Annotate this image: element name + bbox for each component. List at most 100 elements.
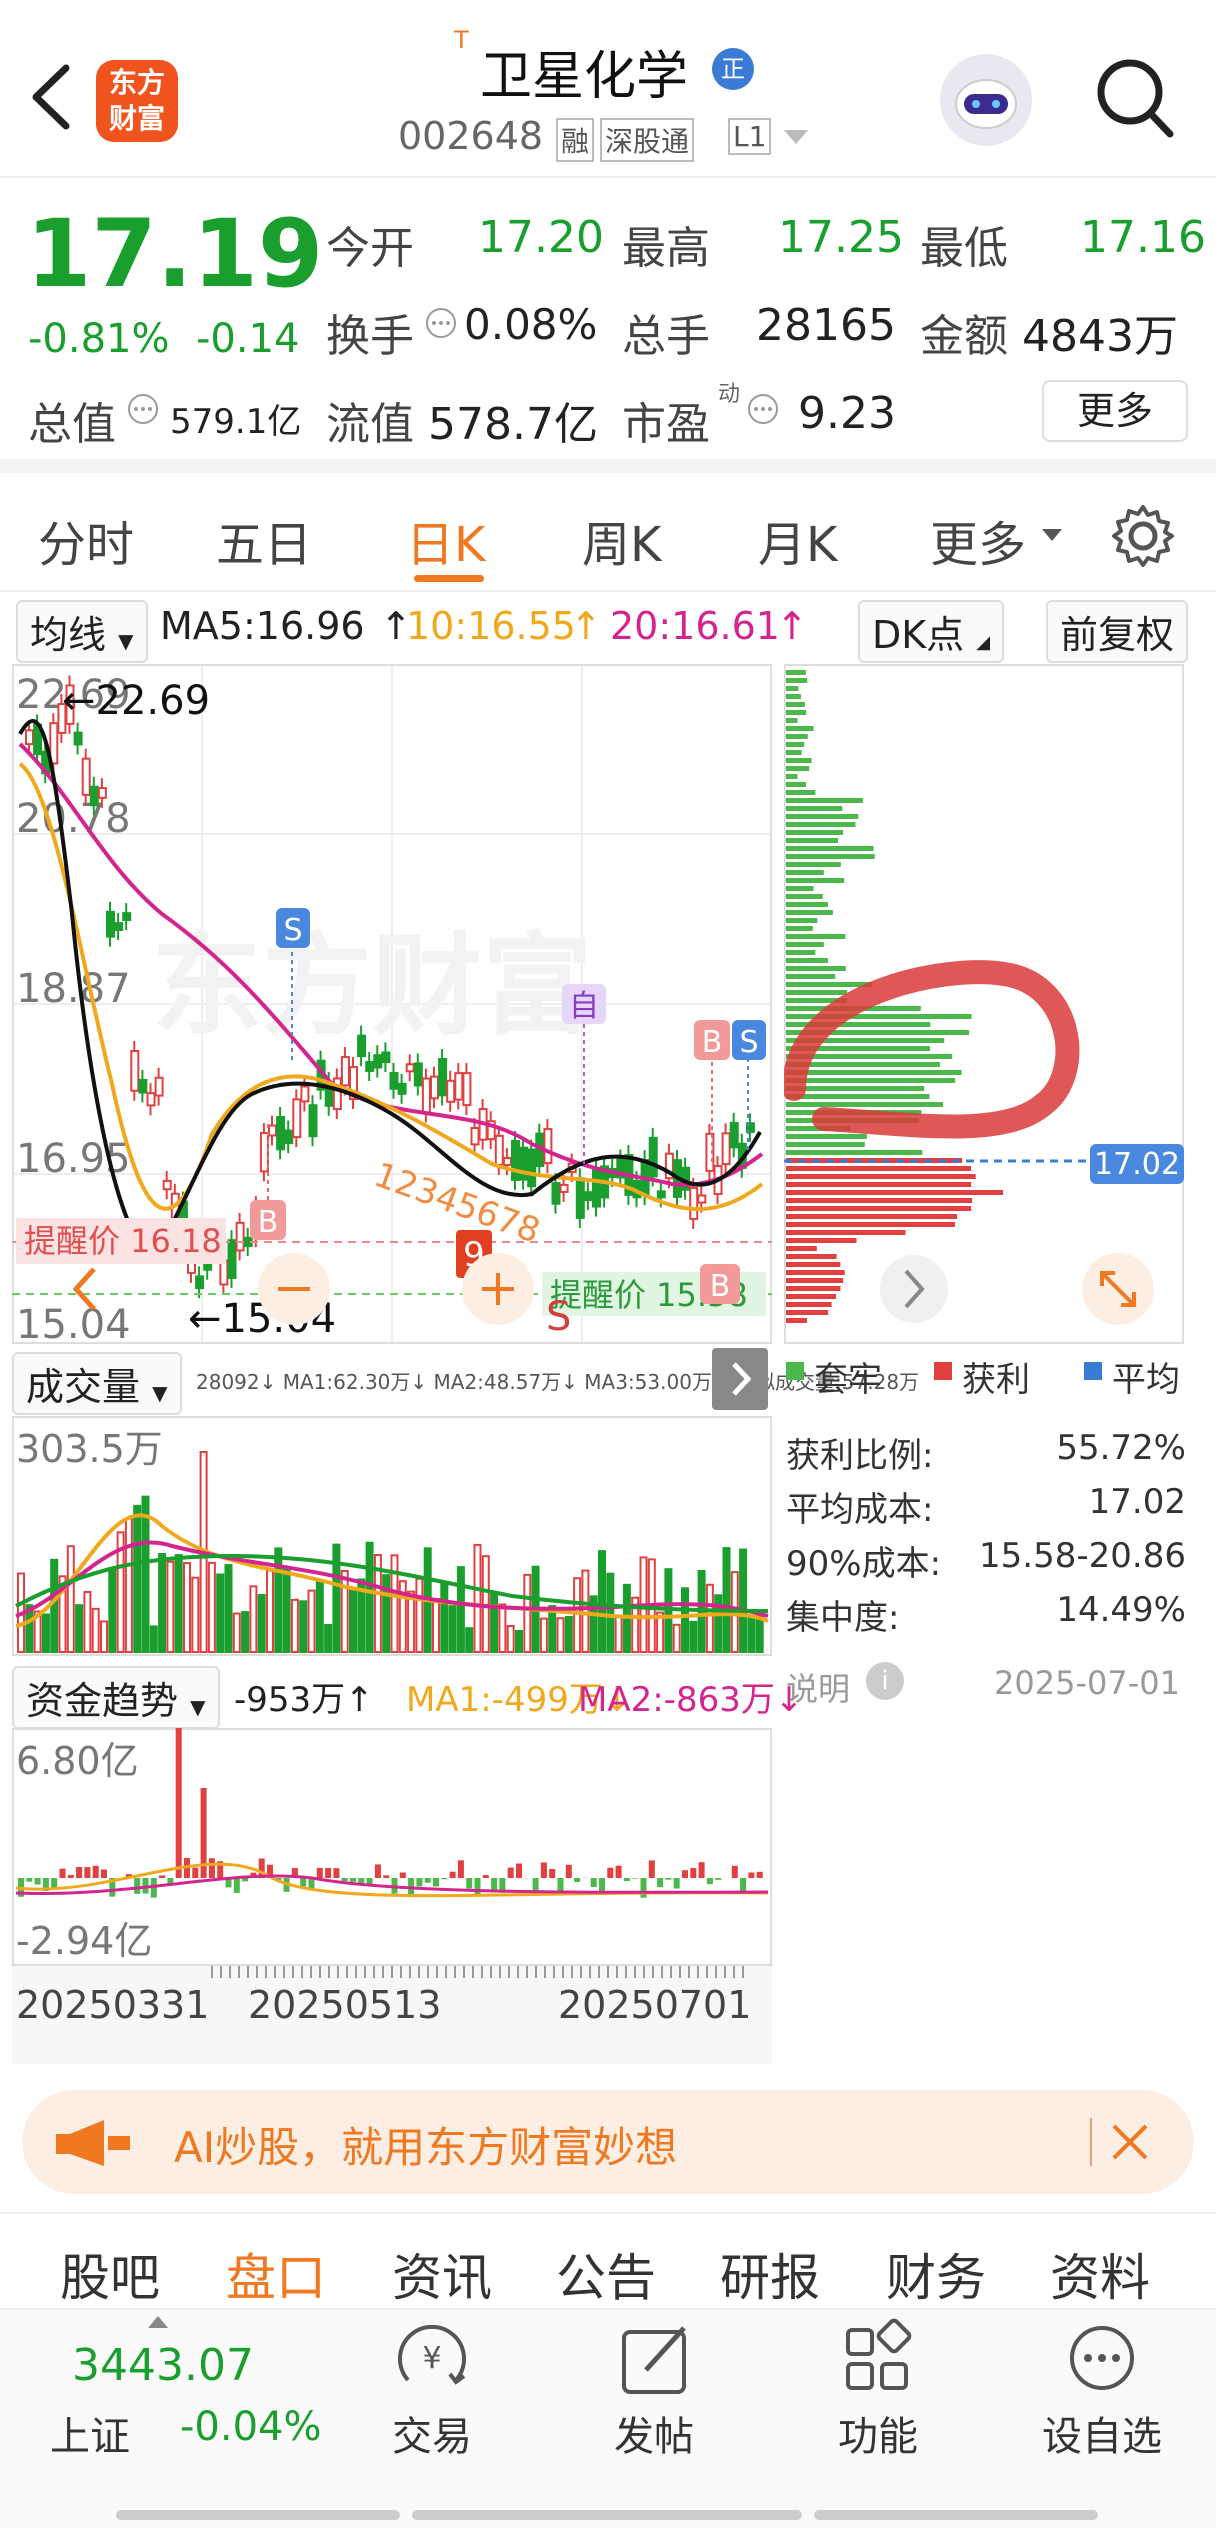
field-value-turnover: 0.08% xyxy=(464,300,598,349)
stock-title: 卫星化学 xyxy=(480,47,689,107)
fund-selector[interactable]: 资金趋势 ▼ xyxy=(12,1666,220,1729)
zoom-in-button[interactable] xyxy=(462,1253,534,1325)
tab-daily-k[interactable]: 日K xyxy=(406,505,485,575)
more-button[interactable]: 更多 xyxy=(1042,380,1188,442)
index-value[interactable]: 3443.07 xyxy=(72,2340,254,2391)
candle-body xyxy=(268,1124,277,1137)
adjust-button[interactable]: 前复权 xyxy=(1046,600,1189,663)
fund-bar xyxy=(507,1867,514,1878)
close-icon[interactable] xyxy=(1110,2122,1150,2162)
volume-bar xyxy=(207,1561,216,1654)
tab-weekly-k[interactable]: 周K xyxy=(582,505,661,575)
gear-icon[interactable] xyxy=(1110,503,1176,569)
robot-avatar[interactable] xyxy=(940,54,1032,146)
field-value-pe: 9.23 xyxy=(798,388,896,439)
chip-note-link[interactable]: 说明 xyxy=(786,1664,850,1710)
candle-body xyxy=(583,1191,593,1202)
fund-bar xyxy=(682,1870,688,1878)
stat-row-avg-cost: 平均成本: 17.02 xyxy=(786,1482,1186,1531)
kline-chart[interactable]: 东方财富 22.69 20.78 18.87 16.95 15.04 ←22.6… xyxy=(12,664,772,1344)
chip-bar xyxy=(786,814,859,819)
volume-max-label: 303.5万 xyxy=(16,1427,163,1471)
volume-bar xyxy=(91,1607,100,1654)
tab-news[interactable]: 资讯 xyxy=(392,2238,492,2310)
tab-forum[interactable]: 股吧 xyxy=(60,2238,160,2310)
tab-research[interactable]: 研报 xyxy=(720,2238,820,2310)
add-watchlist-button[interactable]: 设自选 xyxy=(1002,2310,1202,2462)
volume-selector[interactable]: 成交量 ▼ xyxy=(12,1352,182,1415)
tab-five-day[interactable]: 五日 xyxy=(216,505,312,575)
fund-bar xyxy=(632,1878,639,1879)
chevron-right-icon xyxy=(732,1362,752,1396)
candle-body xyxy=(511,1139,520,1181)
caret-down-icon: ▼ xyxy=(118,629,134,653)
tab-handicap[interactable]: 盘口 xyxy=(226,2238,326,2310)
last-price: 17.19 xyxy=(26,200,324,309)
tab-finance[interactable]: 财务 xyxy=(886,2238,986,2310)
fund-bar xyxy=(740,1878,747,1892)
post-button[interactable]: 发帖 xyxy=(554,2310,754,2462)
ma-selector[interactable]: 均线 ▼ xyxy=(16,600,148,663)
chip-bar xyxy=(786,990,848,995)
volume-bar xyxy=(282,1566,291,1653)
info-icon[interactable]: i xyxy=(866,1662,904,1700)
chip-bar xyxy=(786,734,808,739)
candle-body xyxy=(259,1131,269,1173)
volume-bar xyxy=(158,1553,167,1653)
tab-announcements[interactable]: 公告 xyxy=(556,2238,656,2310)
candle-body xyxy=(162,1179,172,1191)
high-label: ←22.69 xyxy=(62,678,210,724)
fund-bar xyxy=(92,1865,99,1878)
chip-next-button[interactable] xyxy=(880,1255,948,1323)
chip-bar xyxy=(786,1310,829,1315)
stat-value: 17.02 xyxy=(1088,1482,1186,1522)
candle-body xyxy=(357,1034,367,1058)
ma10-value: 10:16.55 xyxy=(406,604,576,648)
back-icon[interactable] xyxy=(28,62,72,132)
svg-text:自: 自 xyxy=(569,989,599,1024)
ai-promo-banner[interactable]: AI炒股，就用东方财富妙想 xyxy=(22,2090,1194,2194)
info-circle-icon[interactable] xyxy=(424,306,458,340)
functions-button[interactable]: 功能 xyxy=(778,2310,978,2462)
field-label-pe: 市盈 xyxy=(622,399,710,450)
volume-bar xyxy=(83,1590,92,1654)
candle-body xyxy=(413,1062,423,1087)
fund-bar xyxy=(474,1878,481,1897)
stat-value: 55.72% xyxy=(1056,1428,1186,1468)
volume-chart: 303.5万 xyxy=(12,1416,772,1656)
volume-bar xyxy=(108,1567,117,1653)
chip-bar xyxy=(786,870,824,875)
info-circle-icon[interactable] xyxy=(746,392,780,426)
tab-profile[interactable]: 资料 xyxy=(1050,2238,1150,2310)
zoom-out-button[interactable] xyxy=(258,1253,330,1325)
tab-monthly-k[interactable]: 月K xyxy=(758,505,837,575)
dk-point-button[interactable]: DK点 ◢ xyxy=(858,600,1005,663)
alert-upper-label[interactable]: 提醒价 16.18 xyxy=(24,1222,222,1260)
dropdown-icon[interactable] xyxy=(784,130,808,146)
scroll-indicator xyxy=(412,2510,802,2520)
tab-intraday[interactable]: 分时 xyxy=(38,505,134,575)
search-icon[interactable] xyxy=(1094,56,1176,142)
candle-body xyxy=(648,1136,658,1178)
volume-bar xyxy=(747,1614,756,1654)
tab-more[interactable]: 更多 xyxy=(930,505,1026,575)
candle-body xyxy=(462,1072,472,1107)
candle-body xyxy=(470,1127,480,1146)
signal-s-3: S xyxy=(546,1294,571,1340)
index-change: -0.04% xyxy=(180,2404,322,2450)
fund-bar xyxy=(208,1858,215,1878)
volume-bar xyxy=(448,1605,457,1654)
fund-selector-label: 资金趋势 xyxy=(26,1679,179,1723)
candle-body xyxy=(130,1050,140,1092)
chip-bar xyxy=(786,1246,817,1251)
fund-bar xyxy=(424,1878,431,1883)
svg-text:B: B xyxy=(710,1269,731,1304)
chip-bar xyxy=(786,1142,865,1147)
signal-b-3: B xyxy=(700,1264,740,1304)
volume-toggle-button[interactable] xyxy=(712,1348,768,1410)
info-circle-icon[interactable] xyxy=(126,392,160,426)
volume-bar xyxy=(141,1495,150,1654)
fund-ma2: MA2:-863万↓ xyxy=(578,1680,804,1720)
banner-text: AI炒股，就用东方财富妙想 xyxy=(174,2123,678,2172)
trade-button[interactable]: ¥ 交易 xyxy=(332,2310,532,2462)
